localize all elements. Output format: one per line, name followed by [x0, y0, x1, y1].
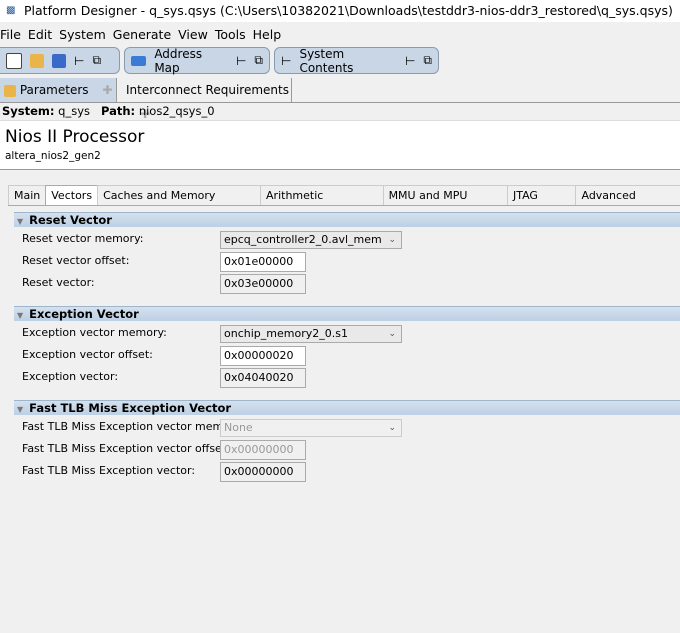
section-title: Fast TLB Miss Exception Vector — [29, 401, 232, 415]
menu-tools[interactable]: Tools — [215, 27, 246, 42]
reset-offset-input[interactable]: 0x01e00000 — [220, 252, 306, 272]
chevron-down-icon: ⌄ — [388, 235, 396, 245]
select-value: None — [224, 421, 253, 434]
exception-memory-label: Exception vector memory: — [22, 326, 167, 339]
detach-icon[interactable]: ⊢ — [74, 54, 84, 68]
section-title: Reset Vector — [29, 213, 112, 227]
system-contents-button[interactable]: System Contents — [299, 47, 397, 75]
tab-main[interactable]: Main — [8, 185, 47, 205]
menu-help[interactable]: Help — [253, 27, 282, 42]
tlb-offset-label: Fast TLB Miss Exception vector offset: — [22, 442, 230, 455]
tab-caches[interactable]: Caches and Memory Interfaces — [97, 185, 262, 221]
address-map-toolbar: Address Map ⊢ ⧉ — [124, 47, 270, 75]
path-bar: System: q_sys Path: nios2_qsys_0 — [2, 104, 215, 118]
path-label: Path: — [100, 104, 136, 118]
component-subtitle: altera_nios2_gen2 — [5, 150, 101, 162]
system-label: System: — [2, 104, 55, 118]
tab-advanced[interactable]: Advanced Features — [575, 185, 680, 221]
tab-jtag-debug[interactable]: JTAG Debug — [506, 185, 577, 221]
exception-memory-select[interactable]: onchip_memory2_0.s1 ⌄ — [220, 325, 402, 343]
tab-interconnect-requirements[interactable]: Interconnect Requirements ✚ — [117, 78, 292, 121]
exception-offset-input[interactable]: 0x00000020 — [220, 346, 306, 366]
address-map-icon — [131, 55, 147, 66]
tab-parameters[interactable]: Parameters ✚ — [0, 78, 117, 102]
restore-icon[interactable]: ⧉ — [92, 53, 101, 68]
collapse-icon: ▼ — [17, 405, 24, 414]
system-value: q_sys — [58, 104, 91, 118]
menu-bar: File Edit System Generate View Tools Help — [0, 26, 288, 44]
component-header: Nios II Processor altera_nios2_gen2 — [0, 120, 680, 170]
reset-memory-label: Reset vector memory: — [22, 232, 144, 245]
tab-label: Interconnect Requirements — [126, 83, 289, 97]
tlb-memory-label: Fast TLB Miss Exception vector memory: — [22, 420, 244, 433]
address-map-button[interactable]: Address Map — [154, 47, 228, 75]
tlb-vector-label: Fast TLB Miss Exception vector: — [22, 464, 196, 477]
reset-vector-value: 0x03e00000 — [220, 274, 306, 294]
panel-tabs: Parameters ✚ Interconnect Requirements ✚ — [0, 78, 680, 121]
restore-icon[interactable]: ⧉ — [423, 53, 432, 68]
tlb-offset-input: 0x00000000 — [220, 440, 306, 460]
select-value: onchip_memory2_0.s1 — [224, 327, 348, 340]
exception-vector-label: Exception vector: — [22, 370, 119, 383]
toolbar-group-1: ⊢ ⧉ — [0, 47, 120, 74]
parameters-icon[interactable] — [30, 53, 44, 68]
chevron-down-icon: ⌄ — [388, 423, 396, 433]
chevron-down-icon: ⌄ — [388, 329, 396, 339]
section-reset-vector[interactable]: ▼ Reset Vector — [14, 212, 680, 227]
tab-label: Parameters — [19, 83, 89, 97]
close-icon[interactable]: ✚ — [102, 83, 112, 97]
restore-icon[interactable]: ⧉ — [254, 53, 263, 68]
path-value: nios2_qsys_0 — [138, 104, 215, 118]
tab-mmu-mpu[interactable]: MMU and MPU Settings — [382, 185, 508, 221]
section-exception-vector[interactable]: ▼ Exception Vector — [14, 306, 680, 321]
window-title: Platform Designer - q_sys.qsys (C:\Users… — [24, 3, 673, 18]
menu-edit[interactable]: Edit — [28, 27, 52, 42]
reset-vector-label: Reset vector: — [22, 276, 95, 289]
menu-view[interactable]: View — [178, 27, 208, 42]
tab-arithmetic[interactable]: Arithmetic Instructions — [260, 185, 384, 221]
exception-offset-label: Exception vector offset: — [22, 348, 153, 361]
reset-offset-label: Reset vector offset: — [22, 254, 130, 267]
exception-vector-value: 0x04040020 — [220, 368, 306, 388]
system-contents-icon: ⊢ — [281, 53, 292, 68]
select-value: epcq_controller2_0.avl_mem — [224, 233, 382, 246]
reset-memory-select[interactable]: epcq_controller2_0.avl_mem ⌄ — [220, 231, 402, 249]
tab-vectors[interactable]: Vectors — [45, 185, 99, 205]
app-icon: ▩ — [6, 5, 16, 16]
tlb-vector-value: 0x00000000 — [220, 462, 306, 482]
detach-icon[interactable]: ⊢ — [236, 54, 246, 68]
section-title: Exception Vector — [29, 307, 139, 321]
menu-generate[interactable]: Generate — [113, 27, 171, 42]
collapse-icon: ▼ — [17, 217, 24, 226]
tlb-memory-select: None ⌄ — [220, 419, 402, 437]
menu-file[interactable]: File — [0, 27, 21, 42]
parameters-icon — [4, 84, 16, 97]
hierarchy-icon[interactable] — [52, 53, 66, 68]
copy-icon[interactable] — [6, 52, 22, 69]
detach-icon[interactable]: ⊢ — [405, 54, 415, 68]
collapse-icon: ▼ — [17, 311, 24, 320]
section-fast-tlb-miss[interactable]: ▼ Fast TLB Miss Exception Vector — [14, 400, 680, 415]
system-contents-toolbar: ⊢ System Contents ⊢ ⧉ — [274, 47, 439, 75]
menu-system[interactable]: System — [59, 27, 106, 42]
title-bar: ▩ Platform Designer - q_sys.qsys (C:\Use… — [0, 0, 680, 22]
parameter-tabs: Main Vectors Caches and Memory Interface… — [8, 185, 680, 221]
component-title: Nios II Processor — [5, 127, 145, 147]
